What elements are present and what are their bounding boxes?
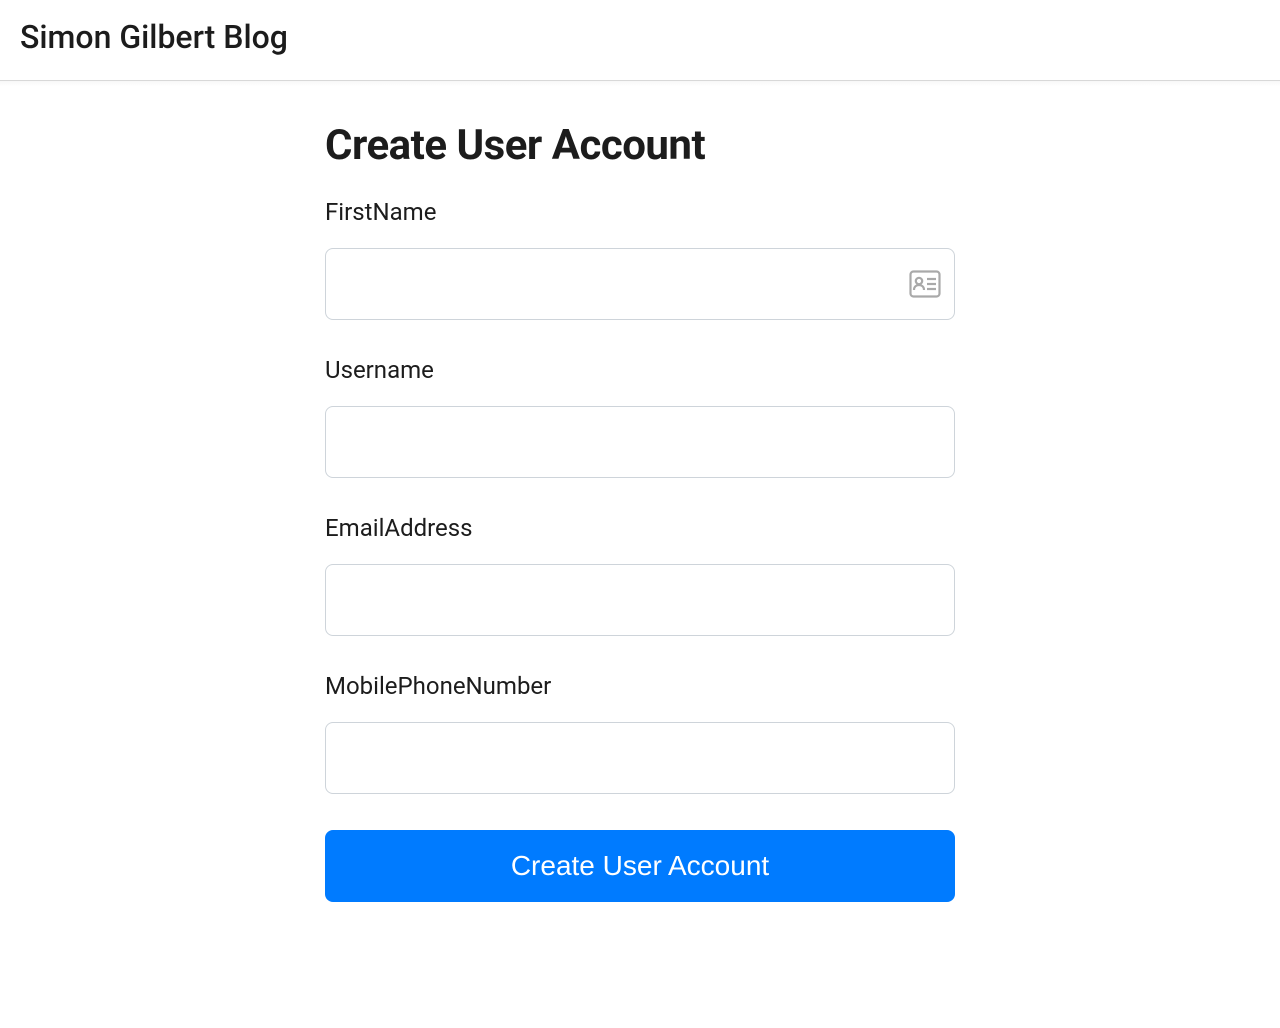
- username-label: Username: [325, 356, 955, 384]
- create-user-form: FirstName Username: [325, 198, 955, 902]
- firstname-input-wrapper: [325, 248, 955, 320]
- username-input[interactable]: [325, 406, 955, 478]
- site-header: Simon Gilbert Blog: [0, 0, 1280, 81]
- form-group-phone: MobilePhoneNumber: [325, 672, 955, 794]
- email-input[interactable]: [325, 564, 955, 636]
- create-user-account-button[interactable]: Create User Account: [325, 830, 955, 902]
- main-content: Create User Account FirstName: [325, 81, 955, 962]
- phone-label: MobilePhoneNumber: [325, 672, 955, 700]
- form-group-username: Username: [325, 356, 955, 478]
- firstname-input[interactable]: [325, 248, 955, 320]
- form-group-firstname: FirstName: [325, 198, 955, 320]
- page-title: Create User Account: [325, 121, 955, 170]
- site-title: Simon Gilbert Blog: [20, 18, 1260, 56]
- email-label: EmailAddress: [325, 514, 955, 542]
- phone-input[interactable]: [325, 722, 955, 794]
- form-group-email: EmailAddress: [325, 514, 955, 636]
- firstname-label: FirstName: [325, 198, 955, 226]
